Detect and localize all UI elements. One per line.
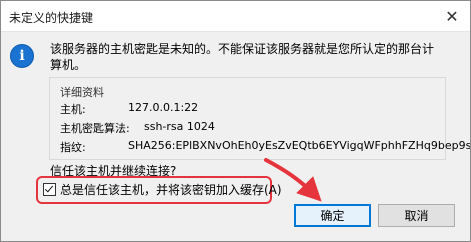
detail-label: 主机: bbox=[60, 103, 86, 116]
title-bar: 未定义的快捷键 ✕ bbox=[1, 1, 470, 32]
detail-row-fingerprint: 指纹: SHA256:EPlBXNvOhEh0yEsZvEQtb6EYVigqW… bbox=[60, 139, 470, 155]
detail-value: SHA256:EPlBXNvOhEh0yEsZvEQtb6EYVigqWFphh… bbox=[128, 139, 471, 152]
ok-button[interactable]: 确定 bbox=[294, 204, 371, 227]
detail-row-host: 主机: 127.0.0.1:22 bbox=[60, 101, 198, 117]
always-trust-checkbox[interactable]: 总是信任该主机，并将该密钥加入缓存(A) bbox=[43, 181, 282, 198]
detail-label: 主机密匙算法: bbox=[60, 122, 130, 135]
checkbox-label: 总是信任该主机，并将该密钥加入缓存(A) bbox=[60, 183, 282, 197]
details-legend: 详细资料 bbox=[60, 86, 104, 99]
info-icon: i bbox=[10, 44, 34, 68]
detail-value: ssh-rsa 1024 bbox=[144, 120, 215, 133]
details-group: 详细资料 主机: 127.0.0.1:22 主机密匙算法: ssh-rsa 10… bbox=[49, 77, 470, 160]
detail-label: 指纹: bbox=[60, 141, 86, 154]
close-button[interactable]: ✕ bbox=[434, 1, 470, 31]
message-text: 该服务器的主机密匙是未知的。不能保证该服务器就是您所认定的那台计算机。 bbox=[50, 42, 435, 72]
dialog-window: 未定义的快捷键 ✕ i 该服务器的主机密匙是未知的。不能保证该服务器就是您所认定… bbox=[0, 0, 471, 242]
detail-value: 127.0.0.1:22 bbox=[128, 101, 199, 114]
close-icon: ✕ bbox=[445, 6, 459, 26]
detail-row-algorithm: 主机密匙算法: ssh-rsa 1024 bbox=[60, 120, 215, 136]
cancel-button[interactable]: 取消 bbox=[378, 204, 455, 227]
checkbox-checked-icon[interactable] bbox=[43, 183, 56, 196]
window-title: 未定义的快捷键 bbox=[9, 11, 94, 25]
